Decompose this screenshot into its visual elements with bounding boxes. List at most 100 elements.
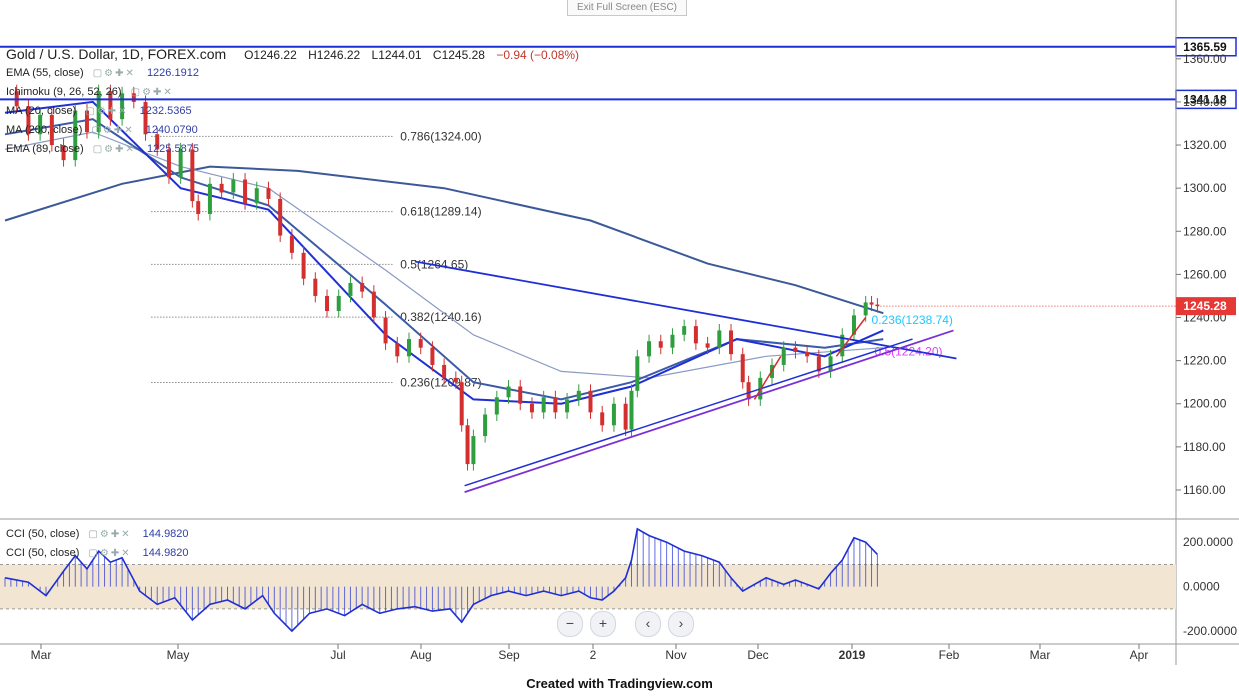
candle-body xyxy=(623,403,628,430)
indicator-tools-icons[interactable]: ▢⚙✚✕ xyxy=(93,68,136,79)
indicator-tools-icons[interactable]: ▢⚙✚✕ xyxy=(131,87,174,98)
candle-body xyxy=(207,183,212,215)
scroll-left-button[interactable]: ‹ xyxy=(635,611,661,637)
candle-body xyxy=(869,302,874,305)
ascending-trend-line-upper xyxy=(464,329,954,493)
candle-body xyxy=(705,343,710,348)
cci-legend-1[interactable]: CCI (50, close) ▢⚙✚✕ 144.9820 xyxy=(6,528,189,540)
candle-body xyxy=(459,382,464,426)
indicator-ichimoku[interactable]: Ichimoku (9, 26, 52, 26) ▢⚙✚✕ xyxy=(6,86,182,98)
candle-body xyxy=(828,356,833,372)
candle-body xyxy=(266,188,271,199)
ohlc-readout: O1246.22 H1246.22 L1244.01 C1245.28 −0.9… xyxy=(244,48,587,62)
fib-right-label: 0.236(1238.74) xyxy=(872,313,953,327)
indicator-tools-icons[interactable]: ▢⚙✚✕ xyxy=(88,548,131,559)
price-tick-label: 1180.00 xyxy=(1183,440,1226,454)
candle-body xyxy=(658,341,663,348)
candle-body xyxy=(635,356,640,391)
candle-body xyxy=(465,425,470,465)
candle-body xyxy=(406,339,411,357)
indicator-tools-icons[interactable]: ▢⚙✚✕ xyxy=(85,106,128,117)
indicator-label: CCI (50, close) xyxy=(6,547,80,559)
candle-body xyxy=(670,334,675,348)
time-axis[interactable]: Mar May Jul Aug Sep 2 Nov Dec 2019 Feb Mar Apr xyxy=(31,644,1149,662)
time-tick-label: Jul xyxy=(330,648,345,662)
indicator-tools-icons[interactable]: ▢⚙✚✕ xyxy=(91,125,134,136)
candle-body xyxy=(348,283,353,296)
price-tick-label: 1200.00 xyxy=(1183,397,1227,411)
candle-body xyxy=(418,339,423,348)
candle-body xyxy=(196,201,201,215)
candle-body xyxy=(717,330,722,348)
last-price-label: 1245.28 xyxy=(1183,299,1227,313)
price-tick-label: 1340.00 xyxy=(1183,95,1227,109)
candle-body xyxy=(190,149,195,202)
candle-body xyxy=(494,397,499,415)
candle-body xyxy=(576,390,581,400)
candle-body xyxy=(529,403,534,413)
cci-legend-2[interactable]: CCI (50, close) ▢⚙✚✕ 144.9820 xyxy=(6,547,189,559)
candle-body xyxy=(483,414,488,437)
time-tick-label: Apr xyxy=(1130,648,1149,662)
indicator-ma-20[interactable]: MA (20, close) ▢⚙✚✕ 1232.5365 xyxy=(6,105,192,117)
zoom-in-button[interactable]: + xyxy=(590,611,616,637)
fib-level-label: 0.382(1240.16) xyxy=(400,310,481,324)
candle-body xyxy=(518,386,523,404)
cci-tick-label: -200.0000 xyxy=(1183,624,1237,638)
indicator-value: 1225.5875 xyxy=(146,143,199,155)
candle-body xyxy=(682,326,687,335)
scroll-right-button[interactable]: › xyxy=(668,611,694,637)
indicator-label: EMA (55, close) xyxy=(6,67,84,79)
indicator-value: 144.9820 xyxy=(142,528,189,540)
indicator-tools-icons[interactable]: ▢⚙✚✕ xyxy=(93,144,136,155)
time-tick-label: Mar xyxy=(1030,648,1051,662)
candle-body xyxy=(600,412,605,426)
candle-body xyxy=(781,347,786,365)
candle-body xyxy=(793,347,798,352)
candle-body xyxy=(565,399,570,413)
price-tick-label: 1280.00 xyxy=(1183,224,1227,238)
cci-tick-label: 0.0000 xyxy=(1183,580,1220,594)
indicator-label: CCI (50, close) xyxy=(6,528,80,540)
candle-body xyxy=(254,188,259,204)
indicator-tools-icons[interactable]: ▢⚙✚✕ xyxy=(88,529,131,540)
candle-body xyxy=(629,390,634,430)
indicator-ema-55[interactable]: EMA (55, close) ▢⚙✚✕ 1226.1912 xyxy=(6,67,199,79)
candle-body xyxy=(371,291,376,318)
zoom-out-button[interactable]: − xyxy=(557,611,583,637)
ohlc-low: L1244.01 xyxy=(371,48,422,62)
fib-level-label: 0.786(1324.00) xyxy=(400,129,481,143)
cci-band xyxy=(0,564,1176,609)
time-tick-label: Feb xyxy=(939,648,960,662)
indicator-ema-89[interactable]: EMA (89, close) ▢⚙✚✕ 1225.5875 xyxy=(6,143,199,155)
indicator-label: MA (20, close) xyxy=(6,105,77,117)
indicator-value: 1232.5365 xyxy=(139,105,192,117)
ohlc-high: H1246.22 xyxy=(308,48,361,62)
fib-level-label: 0.618(1289.14) xyxy=(400,205,481,219)
indicator-value: 144.9820 xyxy=(142,547,189,559)
time-tick-label: May xyxy=(167,648,190,662)
price-tick-label: 1260.00 xyxy=(1183,267,1227,281)
candle-body xyxy=(647,341,652,357)
indicator-ma-200[interactable]: MA (200, close) ▢⚙✚✕ 1240.0790 xyxy=(6,124,198,136)
candle-body xyxy=(313,278,318,296)
fib-right-label: 0.5(1224.20) xyxy=(874,345,942,359)
trend-lines xyxy=(414,260,957,493)
ohlc-close: C1245.28 xyxy=(432,48,485,62)
candle-body xyxy=(506,386,511,398)
exit-fullscreen-button[interactable]: Exit Full Screen (ESC) xyxy=(567,0,687,16)
candle-body xyxy=(289,235,294,253)
candle-body xyxy=(395,343,400,357)
cci-panel: 200.0000 0.0000 -200.0000 xyxy=(0,527,1237,638)
time-tick-label: Mar xyxy=(31,648,52,662)
candle-body xyxy=(430,347,435,365)
candle-body xyxy=(442,364,447,378)
candle-body xyxy=(301,252,306,279)
candle-body xyxy=(325,295,330,312)
candle-body xyxy=(471,436,476,465)
candle-body xyxy=(588,390,593,413)
time-tick-label: Dec xyxy=(747,648,768,662)
candle-body xyxy=(611,403,616,426)
candle-body xyxy=(553,397,558,413)
candle-body xyxy=(740,354,745,383)
